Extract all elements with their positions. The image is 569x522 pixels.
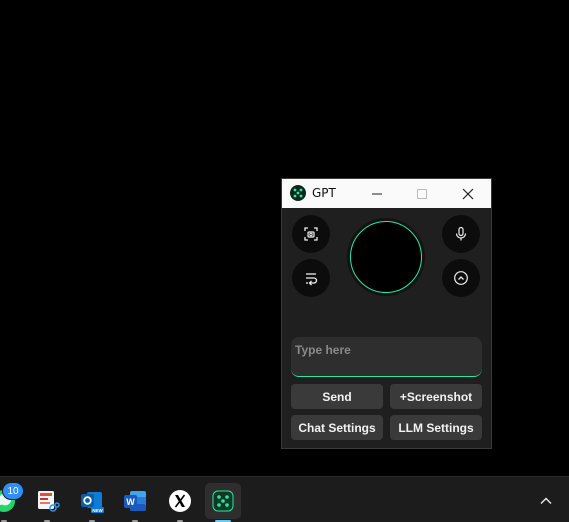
show-hidden-icons-button[interactable] <box>528 483 564 519</box>
title-bar[interactable]: GPT <box>282 179 491 208</box>
screen-capture-button[interactable] <box>292 215 330 253</box>
snipping-tool-icon <box>38 491 60 512</box>
voice-orb-ring <box>350 221 422 293</box>
gpt-app-icon <box>290 185 306 201</box>
svg-text:W: W <box>126 497 135 507</box>
taskbar: NEW W <box>0 476 569 522</box>
send-button[interactable]: Send <box>291 384 383 409</box>
screenshot-button[interactable]: +Screenshot <box>390 384 482 409</box>
minimize-button[interactable] <box>355 179 399 208</box>
message-input[interactable]: Type here <box>291 337 482 377</box>
taskbar-gpt[interactable] <box>205 483 241 522</box>
chevron-up-icon <box>540 497 552 504</box>
word-icon: W <box>124 491 146 511</box>
message-input-placeholder: Type here <box>295 343 351 357</box>
maximize-icon <box>417 188 427 199</box>
minimize-icon <box>372 193 382 194</box>
close-icon <box>462 188 474 199</box>
gpt-window: GPT Type here Send +Screenshot Chat Sett… <box>281 178 492 449</box>
window-title: GPT <box>312 186 336 200</box>
x-icon <box>169 490 191 512</box>
outlook-new-label: NEW <box>92 508 103 513</box>
text-wrap-icon <box>306 273 318 286</box>
llm-settings-button[interactable]: LLM Settings <box>390 415 482 440</box>
taskbar-word[interactable]: W <box>117 483 153 522</box>
taskbar-x[interactable] <box>162 483 198 522</box>
voice-orb[interactable] <box>347 218 425 296</box>
collapse-button[interactable] <box>442 259 480 297</box>
taskbar-snipping-tool[interactable] <box>29 483 65 522</box>
text-wrap-button[interactable] <box>292 259 330 297</box>
gpt-app-icon <box>212 490 234 512</box>
screen-capture-icon <box>304 227 318 241</box>
chat-settings-button[interactable]: Chat Settings <box>291 415 383 440</box>
microphone-icon <box>455 226 467 241</box>
maximize-button[interactable] <box>400 179 444 208</box>
chevron-up-circle-icon <box>454 271 468 285</box>
microphone-button[interactable] <box>442 215 480 253</box>
taskbar-outlook[interactable]: NEW <box>74 483 110 522</box>
desktop: GPT Type here Send +Screenshot Chat Sett… <box>0 0 569 522</box>
whatsapp-notification-badge: 10 <box>2 482 24 500</box>
close-button[interactable] <box>446 179 490 208</box>
outlook-new-icon: NEW <box>81 492 104 513</box>
